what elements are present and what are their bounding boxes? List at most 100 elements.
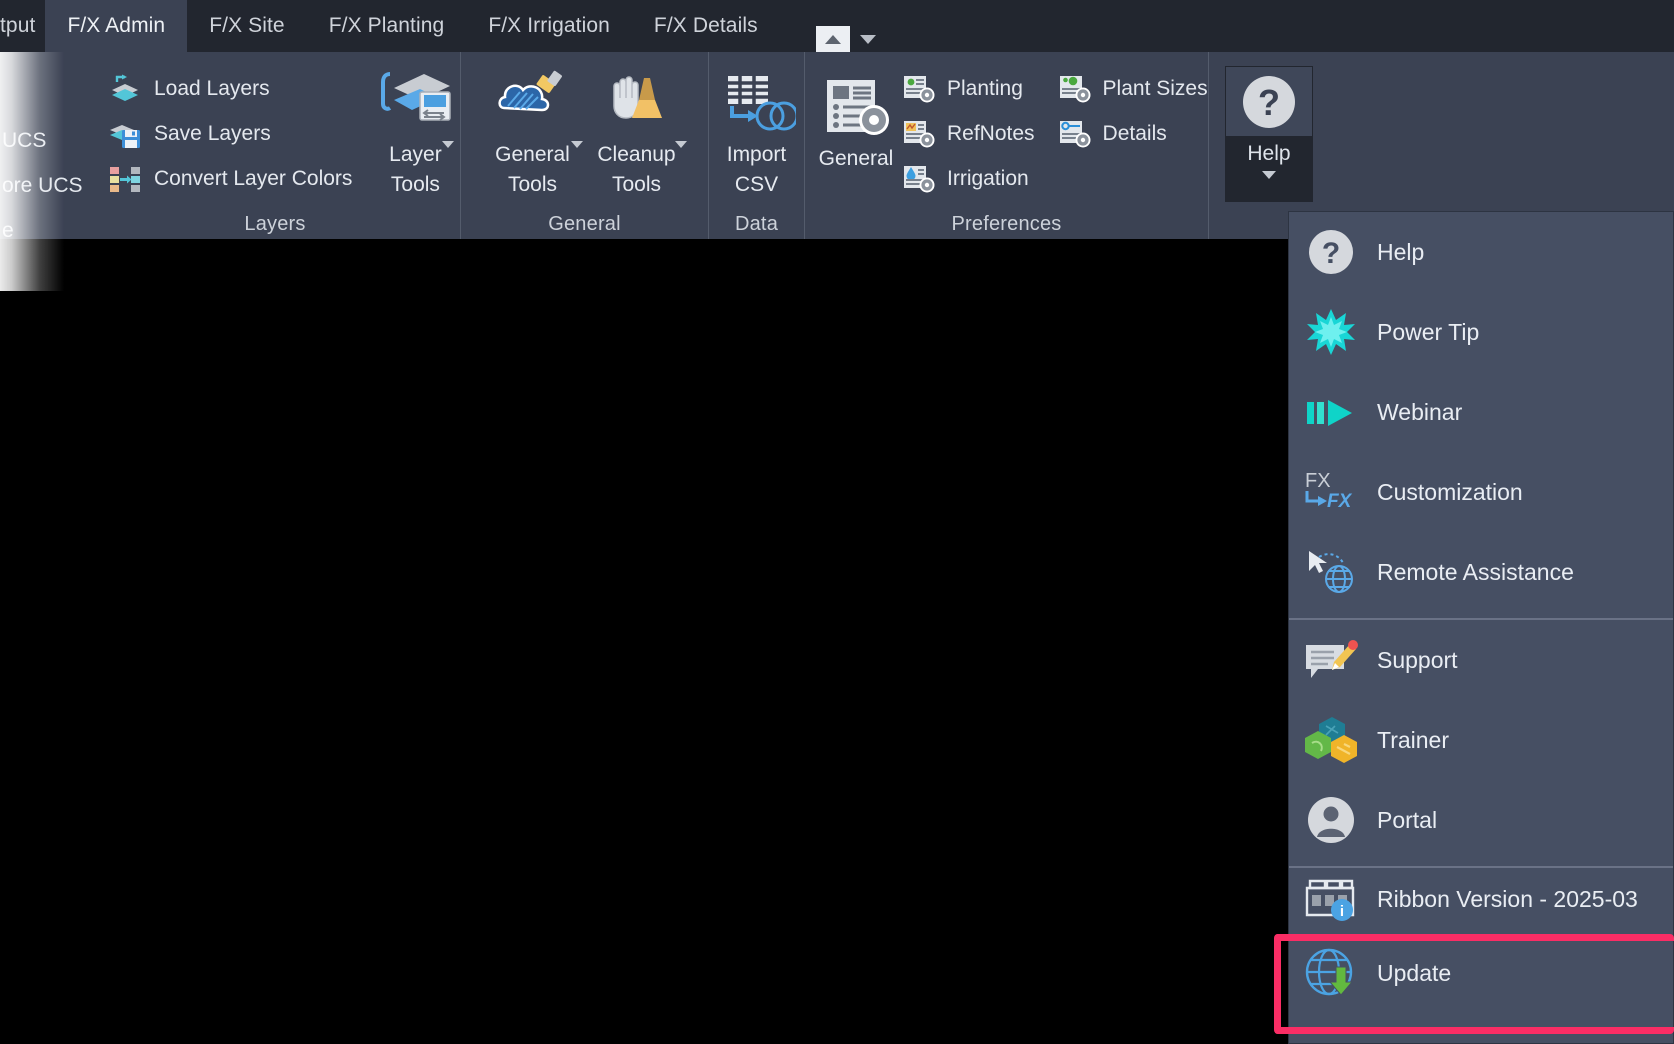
button-planting-preferences[interactable]: Planting: [897, 66, 1041, 111]
menu-item-label: Customization: [1377, 478, 1523, 505]
button-label: Plant Sizes: [1102, 76, 1208, 100]
panel-preferences: General Planting RefNotes Irrigation Pla…: [804, 52, 1208, 239]
menu-item-trainer[interactable]: Trainer: [1289, 700, 1673, 780]
button-label-line2: Tools: [507, 173, 558, 196]
question-mark-icon: ?: [1303, 224, 1359, 280]
button-import-csv[interactable]: Import CSV: [718, 62, 796, 200]
layer-tools-icon: [376, 70, 454, 140]
ribbon-tab-bar: tput F/X Admin F/X Site F/X Planting F/X…: [0, 0, 1674, 52]
button-label: RefNotes: [947, 121, 1035, 145]
save-layers-icon: [108, 118, 142, 150]
menu-item-support[interactable]: Support: [1289, 620, 1673, 700]
menu-item-portal[interactable]: Portal: [1289, 780, 1673, 860]
support-pencil-icon: [1303, 632, 1359, 688]
button-cleanup-tools[interactable]: Cleanup Tools: [587, 62, 687, 200]
svg-text:i: i: [1340, 903, 1344, 920]
fx-customization-icon: FX FX: [1303, 464, 1359, 520]
tab-label: F/X Site: [209, 14, 285, 37]
menu-item-power-tip[interactable]: Power Tip: [1289, 292, 1673, 372]
button-help-dropdown[interactable]: ? Help: [1225, 66, 1313, 202]
button-layer-tools[interactable]: Layer Tools: [376, 62, 455, 200]
chevron-down-icon[interactable]: [859, 34, 876, 44]
panel-general: General Tools Cleanup Tools General: [460, 52, 708, 239]
button-label: Irrigation: [947, 166, 1029, 190]
button-label-line1: General: [495, 143, 570, 166]
svg-text:?: ?: [1322, 237, 1340, 270]
button-details-preferences[interactable]: Details: [1053, 111, 1214, 156]
tab-label: F/X Admin: [67, 14, 166, 37]
panel-layers: Load Layers Save Layers Convert Layer Co…: [90, 52, 460, 239]
button-plant-sizes-preferences[interactable]: Plant Sizes: [1053, 66, 1214, 111]
trainer-hexagons-icon: [1303, 712, 1359, 768]
svg-text:FX: FX: [1305, 470, 1331, 492]
partial-item-1[interactable]: ore UCS: [0, 163, 90, 208]
refnotes-prefs-icon: [903, 119, 935, 149]
button-irrigation-preferences[interactable]: Irrigation: [897, 156, 1041, 201]
button-label-line1: Import: [726, 143, 787, 166]
menu-item-label: Portal: [1377, 806, 1438, 833]
tab-fx-irrigation[interactable]: F/X Irrigation: [466, 0, 632, 52]
tab-label: F/X Details: [653, 14, 758, 37]
menu-item-label: Ribbon Version - 2025-03: [1377, 885, 1638, 912]
chevron-down-icon[interactable]: [442, 141, 455, 148]
button-convert-layer-colors[interactable]: Convert Layer Colors: [102, 156, 358, 201]
tab-fx-details[interactable]: F/X Details: [632, 0, 780, 52]
menu-item-help[interactable]: ? Help: [1289, 212, 1673, 292]
question-mark-icon: ?: [1240, 73, 1298, 131]
panel-title-general: General: [548, 213, 621, 235]
svg-text:?: ?: [1258, 82, 1280, 123]
button-label-line2: CSV: [734, 173, 779, 196]
collapse-ribbon-button[interactable]: [815, 26, 850, 52]
menu-item-label: Trainer: [1377, 726, 1449, 753]
menu-item-update[interactable]: Update: [1289, 936, 1673, 1010]
cursor-globe-icon: [1303, 544, 1359, 600]
planting-prefs-icon: [903, 74, 935, 104]
tab-output-partial[interactable]: tput: [0, 0, 45, 52]
button-label: Planting: [947, 76, 1023, 100]
svg-text:FX: FX: [1327, 491, 1353, 512]
menu-item-ribbon-version[interactable]: i Ribbon Version - 2025-03: [1289, 868, 1673, 930]
user-avatar-icon: [1303, 792, 1359, 848]
button-load-layers[interactable]: Load Layers: [102, 66, 358, 111]
prefs-column-1: Planting RefNotes Irrigation: [897, 62, 1041, 201]
partial-item-0[interactable]: UCS: [0, 118, 90, 163]
panel-title-layers: Layers: [244, 213, 306, 235]
import-csv-icon: [718, 70, 796, 140]
button-save-layers[interactable]: Save Layers: [102, 111, 358, 156]
button-general-preferences[interactable]: General: [817, 66, 895, 174]
chevron-down-icon[interactable]: [674, 141, 687, 148]
menu-item-webinar[interactable]: Webinar: [1289, 372, 1673, 452]
chevron-down-icon[interactable]: [1262, 171, 1276, 179]
load-layers-icon: [108, 73, 142, 105]
menu-item-remote-assistance[interactable]: Remote Assistance: [1289, 532, 1673, 612]
chevron-down-icon[interactable]: [570, 141, 583, 148]
tab-fx-planting[interactable]: F/X Planting: [307, 0, 467, 52]
button-label: Convert Layer Colors: [154, 166, 353, 190]
button-general-tools[interactable]: General Tools: [483, 62, 583, 200]
button-label-line1: General: [818, 147, 894, 170]
ribbon-controls: [815, 26, 876, 52]
prefs-column-2: Plant Sizes Details: [1053, 62, 1214, 156]
button-label: Help: [1247, 142, 1291, 165]
help-dropdown-menu: ? Help Power Tip Webinar FX FX Customiza…: [1288, 211, 1674, 1044]
button-label-line1: Cleanup: [597, 143, 676, 166]
tab-label: F/X Irrigation: [488, 14, 610, 37]
panel-data: Import CSV Data: [708, 52, 804, 239]
button-refnotes-preferences[interactable]: RefNotes: [897, 111, 1041, 156]
general-tools-icon: [494, 70, 572, 140]
cleanup-tools-icon: [598, 70, 676, 140]
tab-fx-site[interactable]: F/X Site: [187, 0, 307, 52]
help-icon-box: ?: [1225, 66, 1313, 136]
button-label: Load Layers: [154, 76, 270, 100]
globe-download-icon: [1303, 945, 1359, 1001]
button-label: Details: [1102, 121, 1167, 145]
caret-up-icon: [824, 34, 841, 44]
ribbon-info-icon: i: [1303, 871, 1359, 927]
tab-fx-admin[interactable]: F/X Admin: [45, 0, 188, 52]
plant-sizes-prefs-icon: [1059, 74, 1091, 104]
button-label-line2: Tools: [611, 173, 662, 196]
menu-item-customization[interactable]: FX FX Customization: [1289, 452, 1673, 532]
tab-label: tput: [0, 14, 36, 37]
help-caption-box: Help: [1225, 136, 1313, 202]
button-label-line1: Layer: [389, 143, 442, 166]
